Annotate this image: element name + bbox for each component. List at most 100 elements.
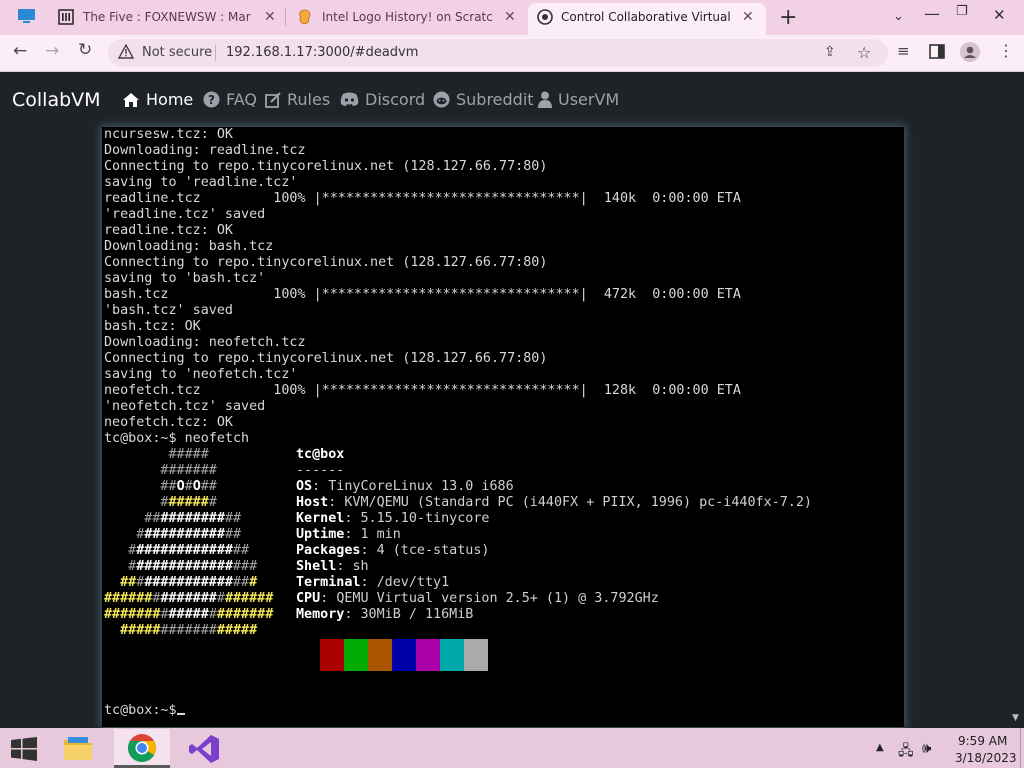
nav-discord[interactable]: Discord: [340, 90, 425, 109]
neofetch-user: tc@box: [296, 447, 345, 462]
site-brand[interactable]: CollabVM: [12, 89, 101, 111]
nav-rules[interactable]: Rules: [265, 90, 330, 109]
rules-icon: [265, 91, 281, 108]
neofetch-row: Host: KVM/QEMU (Standard PC (i440FX + PI…: [296, 495, 812, 510]
terminal-line: Connecting to repo.tinycorelinux.net (12…: [104, 159, 548, 174]
visual-studio-icon[interactable]: [188, 734, 220, 768]
nav-subreddit[interactable]: Subreddit: [433, 90, 534, 109]
reload-icon[interactable]: ↻: [78, 42, 92, 59]
color-swatch: [464, 639, 488, 671]
nav-home[interactable]: Home: [122, 90, 193, 109]
terminal-line: neofetch.tcz 100% |*********************…: [104, 383, 741, 398]
network-icon[interactable]: 🖧: [898, 740, 914, 764]
collabvm-icon: [537, 9, 553, 29]
terminal-line: Downloading: neofetch.tcz: [104, 335, 306, 350]
neofetch-row: Terminal: /dev/tty1: [296, 575, 450, 590]
terminal-line: 'bash.tcz' saved: [104, 303, 233, 318]
close-icon[interactable]: ✕: [264, 9, 276, 25]
neofetch-divider: ------: [296, 463, 345, 478]
neofetch-value: TinyCoreLinux 13.0 i686: [328, 479, 514, 494]
neofetch-value: 1 min: [360, 527, 401, 542]
terminal-line: saving to 'neofetch.tcz': [104, 367, 298, 382]
neofetch-row: Packages: 4 (tce-status): [296, 543, 490, 558]
nav-uservm[interactable]: UserVM: [538, 90, 619, 109]
warning-icon: [117, 43, 135, 63]
close-icon[interactable]: ✕: [504, 9, 516, 25]
color-swatch: [440, 639, 464, 671]
neofetch-value: QEMU Virtual version 2.5+ (1) @ 3.792GHz: [336, 591, 659, 606]
tab-foxnews[interactable]: The Five : FOXNEWSW : March 1 ✕: [50, 0, 284, 35]
back-icon[interactable]: ←: [13, 43, 27, 60]
neofetch-key: Shell: [296, 559, 337, 574]
tab-collabvm[interactable]: Control Collaborative Virtual Ma ✕: [528, 3, 766, 35]
question-icon: ?: [203, 91, 220, 108]
page-scrollbar[interactable]: ▼: [1008, 127, 1024, 727]
volume-icon[interactable]: 🕪: [922, 739, 931, 757]
tab-title: Control Collaborative Virtual Ma: [561, 10, 731, 24]
nav-faq[interactable]: ? FAQ: [203, 90, 257, 109]
forward-icon[interactable]: →: [45, 43, 59, 60]
chrome-taskbar-button[interactable]: [114, 729, 170, 768]
terminal-line: neofetch.tcz: OK: [104, 415, 233, 430]
user-icon: [538, 91, 552, 108]
neofetch-key: Packages: [296, 543, 361, 558]
security-label: Not secure: [142, 45, 213, 60]
side-panel-icon[interactable]: [929, 44, 945, 63]
tab-search-icon[interactable]: ⌄: [893, 9, 904, 24]
neofetch-key: Uptime: [296, 527, 345, 542]
close-icon[interactable]: ✕: [742, 9, 754, 25]
neofetch-value: 4 (tce-status): [376, 543, 490, 558]
file-explorer-icon[interactable]: [62, 734, 94, 766]
terminal-line: saving to 'bash.tcz': [104, 271, 266, 286]
nav-label: Discord: [365, 90, 426, 109]
share-icon[interactable]: ⇪: [824, 44, 836, 60]
tux-ascii-logo: ##### ####### ##O#O## ####### ##########…: [104, 447, 274, 638]
neofetch-key: Memory: [296, 607, 345, 622]
new-tab-button[interactable]: +: [779, 5, 797, 30]
show-desktop-button[interactable]: [1020, 728, 1024, 768]
neofetch-key: OS: [296, 479, 313, 494]
restore-button[interactable]: ❐: [956, 4, 968, 19]
neofetch-key: CPU: [296, 591, 321, 606]
clock-time[interactable]: 9:59 AM: [958, 734, 1007, 748]
nav-label: FAQ: [226, 90, 257, 109]
minimize-button[interactable]: —: [924, 4, 940, 23]
start-button[interactable]: [10, 737, 38, 765]
neofetch-row: CPU: QEMU Virtual version 2.5+ (1) @ 3.7…: [296, 591, 659, 606]
terminal-line: Connecting to repo.tinycorelinux.net (12…: [104, 255, 548, 270]
color-swatch: [416, 639, 440, 671]
neofetch-value: sh: [352, 559, 369, 574]
chrome-icon: [128, 734, 156, 762]
shell-prompt: tc@box:~$: [104, 703, 177, 718]
address-bar[interactable]: Not secure 192.168.1.17:3000/#deadvm ⇪ ☆: [108, 39, 888, 67]
terminal-line: ncursesw.tcz: OK: [104, 127, 233, 142]
url-text: 192.168.1.17:3000/#deadvm: [226, 45, 419, 60]
tab-title: The Five : FOXNEWSW : March 1: [83, 10, 251, 24]
home-icon: [123, 92, 139, 107]
show-hidden-icons[interactable]: ▲: [876, 742, 884, 753]
reading-list-icon[interactable]: ≡: [897, 44, 910, 59]
terminal-line: bash.tcz: OK: [104, 319, 201, 334]
neofetch-value: 30MiB / 116MiB: [360, 607, 474, 622]
tab-scratch[interactable]: Intel Logo History! on Scratch ✕: [288, 0, 526, 35]
color-swatch: [368, 639, 392, 671]
terminal-line: saving to 'readline.tcz': [104, 175, 298, 190]
terminal-line: Downloading: bash.tcz: [104, 239, 274, 254]
menu-icon[interactable]: ⋮: [998, 43, 1014, 59]
window-icon[interactable]: [17, 8, 36, 24]
neofetch-value: KVM/QEMU (Standard PC (i440FX + PIIX, 19…: [344, 495, 812, 510]
profile-avatar[interactable]: [960, 42, 980, 66]
tab-strip: The Five : FOXNEWSW : March 1 ✕ Intel Lo…: [0, 0, 1024, 35]
terminal-line: readline.tcz 100% |*********************…: [104, 191, 741, 206]
nav-label: Rules: [287, 90, 331, 109]
close-window-button[interactable]: ✕: [993, 6, 1006, 24]
neofetch-row: Shell: sh: [296, 559, 369, 574]
nav-label: UserVM: [558, 90, 620, 109]
svg-text:?: ?: [208, 93, 215, 107]
bookmark-star-icon[interactable]: ☆: [857, 43, 871, 62]
neofetch-row: Memory: 30MiB / 116MiB: [296, 607, 474, 622]
terminal-line: Connecting to repo.tinycorelinux.net (12…: [104, 351, 548, 366]
color-swatch: [392, 639, 416, 671]
clock-date[interactable]: 3/18/2023: [955, 751, 1017, 765]
terminal-line: bash.tcz 100% |*************************…: [104, 287, 741, 302]
